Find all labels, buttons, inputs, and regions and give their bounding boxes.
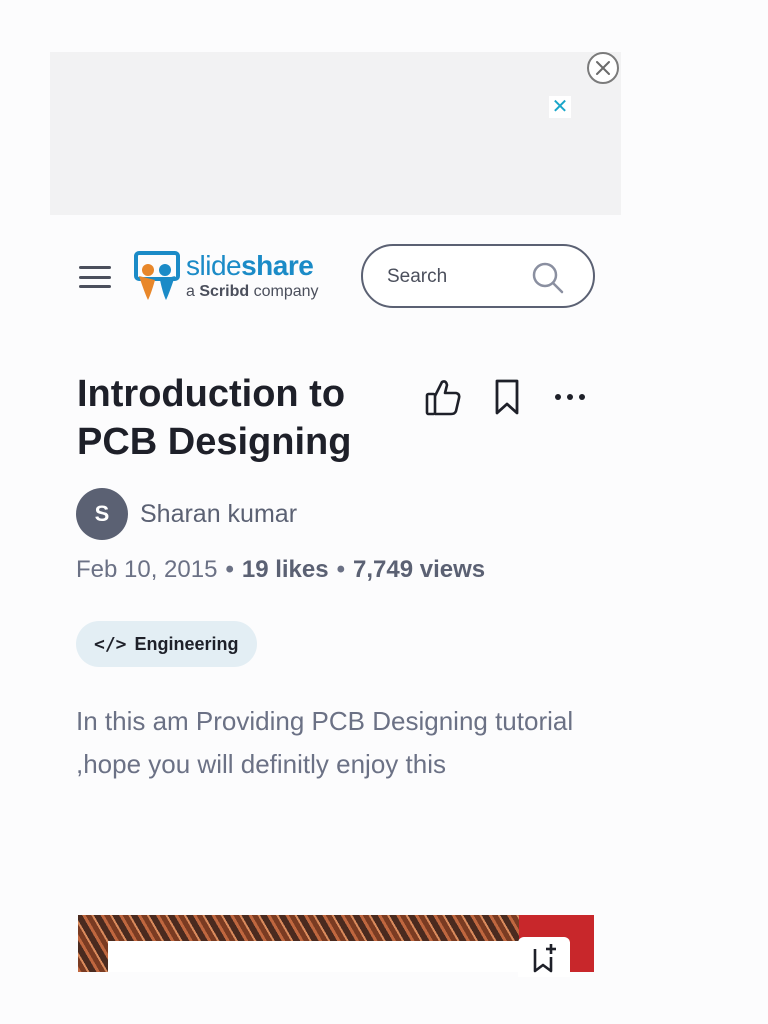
logo-wordmark: slideshare	[186, 250, 314, 282]
ad-close-icon[interactable]: ✕	[549, 96, 571, 118]
hamburger-icon-line	[79, 275, 111, 279]
hamburger-icon-line	[79, 266, 111, 269]
bookmark-plus-icon	[533, 944, 556, 973]
logo-tagline-brand: Scribd	[199, 283, 250, 300]
slide-title-card	[108, 941, 528, 972]
search-input[interactable]	[387, 264, 527, 290]
separator-dot: •	[225, 556, 234, 583]
likes-count: 19 likes	[241, 556, 329, 583]
thumbs-up-icon[interactable]	[424, 377, 462, 417]
page: ✕ slideshare a Scribd company I	[0, 0, 768, 1024]
dismiss-ad-button[interactable]	[587, 52, 619, 84]
upload-date: Feb 10, 2015	[76, 556, 218, 583]
hamburger-menu-button[interactable]	[79, 266, 111, 288]
document-title: Introduction to PCB Designing	[77, 373, 352, 463]
more-horizontal-icon[interactable]	[550, 385, 590, 409]
hamburger-icon-line	[79, 285, 111, 288]
author-avatar[interactable]: S	[76, 488, 128, 540]
logo-word-part2: share	[241, 250, 314, 281]
document-description: In this am Providing PCB Designing tutor…	[76, 706, 574, 779]
category-label: Engineering	[134, 633, 239, 654]
logo-tagline: a Scribd company	[186, 283, 319, 301]
ad-banner[interactable]	[50, 52, 621, 215]
code-icon: </>	[94, 633, 127, 655]
save-slide-button[interactable]	[518, 937, 570, 977]
search-box[interactable]	[361, 244, 595, 308]
slide-preview-thumbnail[interactable]	[78, 915, 594, 972]
bookmark-icon[interactable]	[491, 378, 523, 416]
views-count: 7,749 views	[353, 556, 486, 583]
logo-tagline-suffix: company	[249, 283, 319, 300]
search-icon[interactable]	[531, 261, 565, 295]
logo-word-part1: slide	[186, 250, 242, 281]
separator-dot: •	[336, 556, 346, 583]
document-meta: Feb 10, 2015 • 19 likes • 7,749 views	[76, 555, 485, 585]
slideshare-logo-icon	[134, 251, 180, 300]
author-name-link[interactable]: Sharan kumar	[140, 499, 297, 529]
logo-tagline-prefix: a	[186, 283, 200, 300]
category-chip[interactable]: </> Engineering	[76, 621, 257, 667]
close-icon	[596, 61, 610, 75]
slideshare-logo[interactable]: slideshare a Scribd company	[133, 250, 333, 306]
